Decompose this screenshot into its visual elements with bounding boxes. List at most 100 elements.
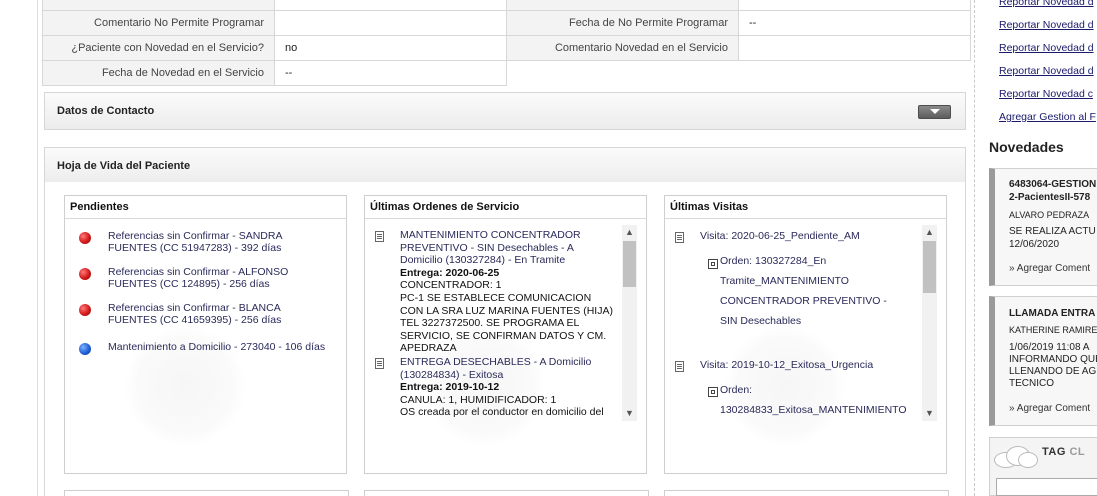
visitas-box: Últimas Visitas Visita: 2020-06-25_Pendi…: [664, 195, 947, 474]
table-row: ¿Paciente con Novedad en el Servicio? no…: [42, 35, 971, 61]
patient-info-table: Comentario No Permite Programar Fecha de…: [42, 0, 971, 86]
add-gestion-link[interactable]: Agregar Gestion al F: [999, 111, 1096, 123]
pending-item-text[interactable]: Referencias sin Confirmar - ALFONSO FUEN…: [108, 266, 328, 290]
novelty-card: LLAMADA ENTRA KATHERINE RAMIRE 1/06/2019…: [989, 296, 1097, 426]
tag-search-input[interactable]: [996, 478, 1097, 496]
novelty-desc: 1/06/2019 11:08 A: [1009, 342, 1090, 353]
pending-item-text[interactable]: Referencias sin Confirmar - BLANCA FUENT…: [108, 302, 328, 326]
main-content: Comentario No Permite Programar Fecha de…: [0, 0, 975, 496]
next-box-top: [364, 490, 649, 496]
next-box-top: [664, 490, 949, 496]
order-detail: CONCENTRADOR: 1: [400, 279, 502, 292]
contact-panel-header[interactable]: Datos de Contacto: [44, 92, 966, 130]
report-novelty-link[interactable]: Reportar Novedad d: [999, 65, 1094, 77]
divider: [65, 218, 346, 219]
blue-status-icon: [79, 343, 91, 355]
order-icon: [708, 259, 718, 269]
visit-order[interactable]: Orden: 130284833_Exitosa_MANTENIMIENTO: [720, 380, 915, 420]
order-note: OS creada por el conductor en domicilio …: [400, 406, 604, 420]
table-value: --: [274, 60, 507, 86]
ordenes-scroll-area[interactable]: MANTENIMIENTO CONCENTRADOR PREVENTIVO - …: [370, 225, 638, 420]
table-value: [274, 0, 507, 11]
order-note: PC-1 SE ESTABLECE COMUNICACION CON LA SR…: [400, 291, 613, 355]
scroll-thumb[interactable]: [623, 241, 636, 287]
novelty-desc: SE REALIZA ACTU: [1009, 226, 1096, 237]
table-label: [506, 0, 739, 11]
pendientes-box: Pendientes Referencias sin Confirmar - S…: [64, 195, 347, 474]
table-label: ¿Paciente con Novedad en el Servicio?: [42, 35, 275, 61]
document-icon: [675, 361, 684, 372]
table-value: [274, 10, 507, 36]
divider: [365, 218, 646, 219]
document-icon: [375, 231, 384, 242]
pending-item-text[interactable]: Mantenimiento a Domicilio - 273040 - 106…: [108, 341, 328, 353]
table-value: [738, 0, 971, 11]
add-comment-link[interactable]: » Agregar Coment: [1009, 403, 1090, 414]
pendientes-title: Pendientes: [70, 201, 129, 213]
table-label: Comentario Novedad en el Servicio: [506, 35, 739, 61]
table-label: [42, 0, 275, 11]
document-icon: [675, 232, 684, 243]
novelty-desc: TECNICO: [1009, 378, 1054, 389]
visitas-scroll-area[interactable]: Visita: 2020-06-25_Pendiente_AM Orden: 1…: [670, 225, 938, 420]
hv-panel-header: Hoja de Vida del Paciente: [44, 147, 966, 185]
order-head[interactable]: MANTENIMIENTO CONCENTRADOR PREVENTIVO - …: [400, 229, 581, 266]
table-empty: [506, 60, 971, 86]
novelty-desc: 12/06/2020: [1009, 239, 1060, 250]
novelty-card: 6483064-GESTION 2-PacientesII-578 ALVARO…: [989, 168, 1097, 286]
contact-panel-title: Datos de Contacto: [57, 105, 155, 117]
novelty-desc: INFORMANDO QUE: [1009, 354, 1097, 365]
visit-head[interactable]: Visita: 2020-06-25_Pendiente_AM: [700, 230, 915, 242]
hv-panel-title: Hoja de Vida del Paciente: [57, 160, 191, 172]
scroll-down-icon[interactable]: ▼: [922, 406, 937, 421]
ordenes-box: Últimas Ordenes de Servicio MANTENIMIENT…: [364, 195, 647, 474]
tag-cloud-panel: TAG CL: [989, 437, 1097, 496]
table-row: Fecha de Novedad en el Servicio --: [42, 60, 971, 86]
right-sidebar: Reportar Novedad d Reportar Novedad d Re…: [980, 0, 1097, 496]
visit-head[interactable]: Visita: 2019-10-12_Exitosa_Urgencia: [700, 359, 915, 371]
ordenes-title: Últimas Ordenes de Servicio: [370, 201, 520, 213]
ordenes-scrollbar[interactable]: ▲ ▼: [622, 225, 637, 421]
left-border: [37, 0, 38, 496]
order-delivery: Entrega: 2020-06-25: [400, 266, 500, 279]
table-value: [738, 35, 971, 61]
report-novelty-link[interactable]: Reportar Novedad d: [999, 0, 1094, 8]
tag-label: TAG: [1042, 446, 1066, 458]
cloud-icon: [992, 444, 1038, 468]
table-row: Comentario No Permite Programar Fecha de…: [42, 10, 971, 36]
order-delivery: Entrega: 2019-10-12: [400, 381, 500, 394]
novelty-title: 6483064-GESTION: [1009, 179, 1097, 190]
novelty-author: ALVARO PEDRAZA: [1009, 210, 1090, 220]
expand-toggle-icon[interactable]: [918, 105, 951, 119]
red-status-icon: [79, 304, 91, 316]
scroll-up-icon[interactable]: ▲: [622, 225, 637, 240]
visitas-title: Últimas Visitas: [670, 201, 749, 213]
table-label: Comentario No Permite Programar: [42, 10, 275, 36]
visitas-scrollbar[interactable]: ▲ ▼: [922, 225, 937, 421]
report-novelty-link[interactable]: Reportar Novedad d: [999, 19, 1094, 31]
order-icon: [708, 387, 718, 397]
table-value: --: [738, 10, 971, 36]
order-head[interactable]: ENTREGA DESECHABLES - A Domicilio (13028…: [400, 356, 591, 381]
novelty-title: LLAMADA ENTRA: [1009, 308, 1096, 319]
table-value: no: [274, 35, 507, 61]
table-label: Fecha de No Permite Programar: [506, 10, 739, 36]
scroll-up-icon[interactable]: ▲: [922, 225, 937, 240]
scroll-thumb[interactable]: [923, 241, 936, 293]
table-label: Fecha de Novedad en el Servicio: [42, 60, 275, 86]
scroll-down-icon[interactable]: ▼: [622, 406, 637, 421]
tag-label-rest: CL: [1069, 446, 1086, 458]
visit-order[interactable]: Orden: 130327284_En Tramite_MANTENIMIENT…: [720, 251, 905, 331]
tag-cloud-title: TAG CL: [1042, 446, 1085, 458]
table-row: [42, 0, 971, 11]
novelty-author: KATHERINE RAMIRE: [1009, 325, 1097, 335]
add-comment-link[interactable]: » Agregar Coment: [1009, 263, 1090, 274]
column-divider: [974, 0, 975, 496]
pending-item-text[interactable]: Referencias sin Confirmar - SANDRA FUENT…: [108, 230, 328, 254]
red-status-icon: [79, 268, 91, 280]
report-novelty-link[interactable]: Reportar Novedad d: [999, 42, 1094, 54]
report-novelty-link[interactable]: Reportar Novedad c: [999, 88, 1093, 100]
divider: [665, 218, 946, 219]
order-detail: CANULA: 1, HUMIDIFICADOR: 1: [400, 393, 557, 406]
novelty-title: 2-PacientesII-578: [1009, 192, 1091, 203]
